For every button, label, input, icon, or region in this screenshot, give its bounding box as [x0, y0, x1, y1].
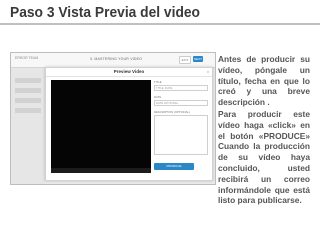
next-button[interactable]: NEXT [193, 56, 203, 62]
left-panel-item[interactable] [15, 108, 41, 113]
video-controls-bar[interactable] [51, 168, 151, 173]
left-panel-item[interactable] [15, 98, 41, 103]
title-divider [0, 23, 320, 25]
description-paragraph-1: Antes de producir su vídeo, póngale un t… [218, 54, 310, 108]
description-paragraph-2: Para producir este vídeo haga «click» en… [218, 109, 310, 206]
left-panel-item[interactable] [15, 78, 41, 83]
date-field[interactable]: DATE OPTIONAL [154, 100, 208, 106]
produce-button[interactable]: PRODUCE [154, 163, 194, 170]
app-screenshot: ERROR TEAM 3. MASTERING YOUR VIDEO EXIT … [10, 52, 216, 185]
video-preview[interactable] [51, 80, 151, 173]
modal-title: Preview Video [113, 69, 145, 74]
preview-video-modal: Preview Video x TITLE TITLE, DATE DATE D… [45, 67, 213, 181]
left-panel-item[interactable] [15, 88, 41, 93]
close-icon[interactable]: x [207, 69, 209, 74]
description-field-label: DESCRIPTION (OPTIONAL) [154, 110, 190, 114]
step-title: 3. MASTERING YOUR VIDEO [89, 57, 143, 61]
left-panel [11, 68, 45, 184]
slide-title: Paso 3 Vista Previa del video [10, 4, 200, 21]
app-topbar-label: ERROR TEAM [15, 56, 39, 60]
video-details-form: TITLE TITLE, DATE DATE DATE OPTIONAL DES… [154, 80, 208, 175]
description-field[interactable] [154, 115, 208, 155]
title-field[interactable]: TITLE, DATE [154, 85, 208, 91]
title-field-label: TITLE [154, 80, 162, 84]
date-field-label: DATE [154, 95, 162, 99]
app-topbar: ERROR TEAM 3. MASTERING YOUR VIDEO EXIT … [11, 53, 215, 68]
modal-header: Preview Video x [46, 68, 212, 77]
exit-button[interactable]: EXIT [179, 56, 191, 64]
